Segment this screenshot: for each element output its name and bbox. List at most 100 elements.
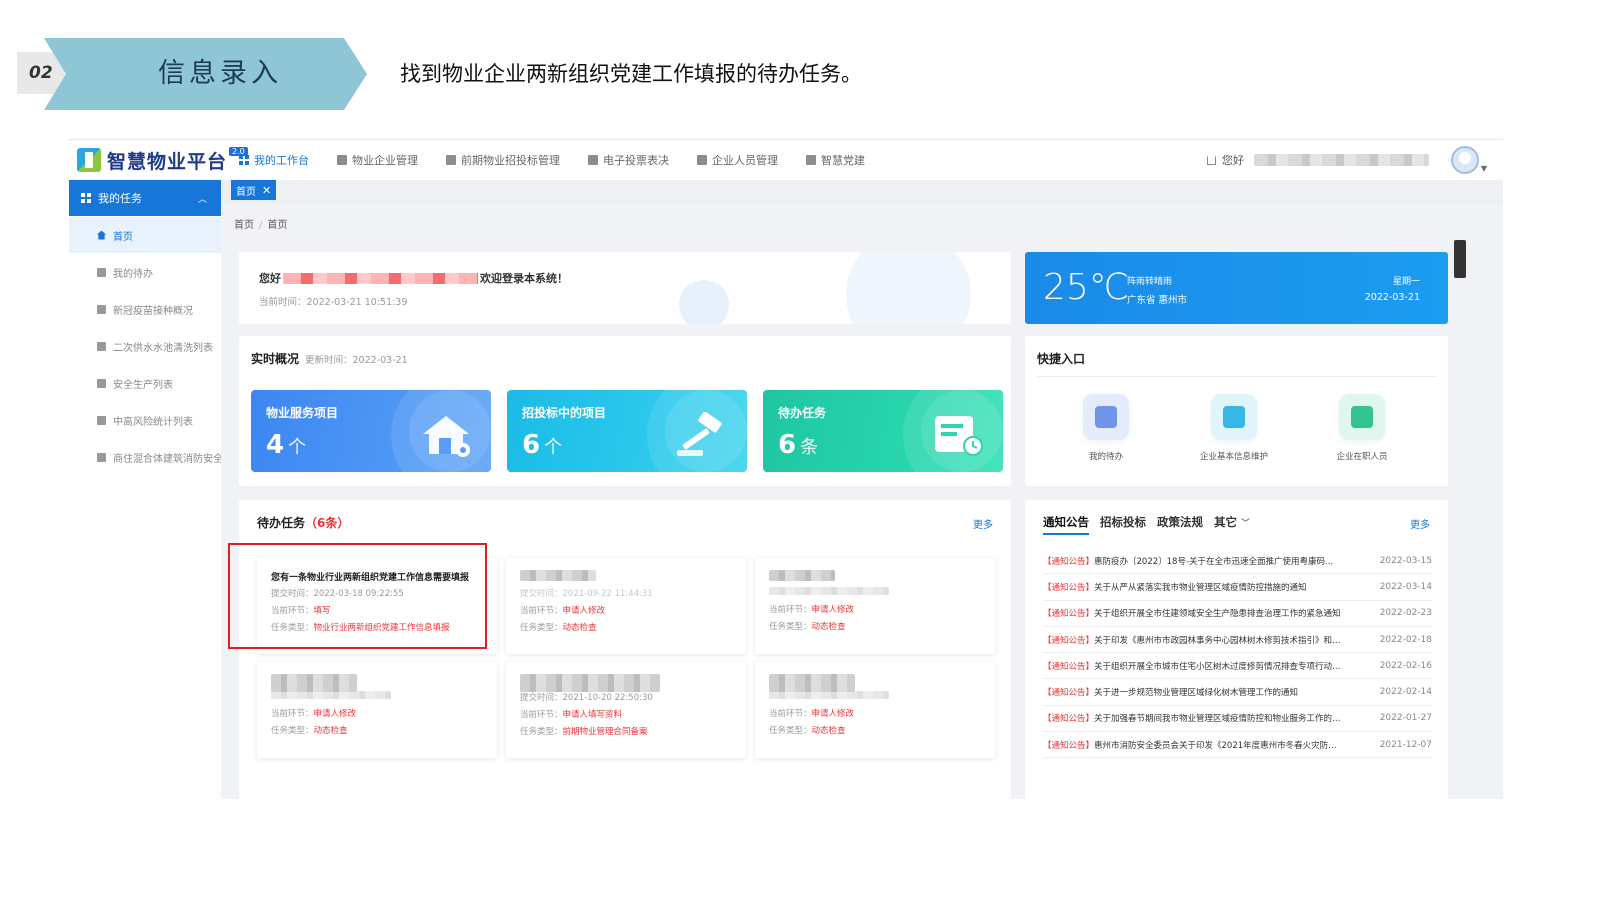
sidebar: 我的任务 ︿ 首页 我的待办 新冠疫苗接种概况 二次供水水池清洗列表 安全生产列…: [69, 180, 221, 799]
nav-bidding[interactable]: 前期物业招投标管理: [446, 152, 560, 168]
house-icon: [423, 416, 470, 457]
weather-date: 2022-03-21: [1364, 292, 1420, 303]
chevron-down-icon[interactable]: ▼: [1481, 164, 1487, 173]
breadcrumb-item[interactable]: 首页: [234, 220, 254, 231]
task-card[interactable]: 当前环节：申请人修改 任务类型：动态检查: [257, 662, 497, 758]
weekday: 星期一: [1392, 277, 1420, 287]
logo-icon: [77, 148, 101, 172]
gavel-icon: [677, 412, 722, 456]
instruction-text: 找到物业企业两新组织党建工作填报的待办任务。: [400, 62, 862, 86]
tab-notices[interactable]: 通知公告: [1043, 514, 1089, 535]
step-title: 信息录入: [158, 58, 282, 89]
chevron-up-icon: ︿: [197, 195, 207, 205]
todo-more-link[interactable]: 更多: [973, 516, 993, 531]
nav-voting[interactable]: 电子投票表决: [588, 152, 669, 168]
building-icon: [337, 155, 347, 165]
shortcut-my-todo[interactable]: 我的待办: [1051, 394, 1161, 462]
scrollbar-handle[interactable]: [1454, 240, 1466, 278]
tab-bidding[interactable]: 招标投标: [1100, 514, 1146, 535]
task-card[interactable]: 提交时间：2021-10-20 22:50:30 当前环节：申请人填写资料 任务…: [506, 662, 746, 758]
shortcut-company-info[interactable]: 企业基本信息维护: [1179, 394, 1289, 462]
grid-icon: [97, 267, 106, 277]
current-time: 当前时间：2022-03-21 10:51:39: [259, 297, 408, 308]
overview-title: 实时概况: [251, 352, 300, 366]
task-card[interactable]: 当前环节：申请人修改 任务类型：动态检查: [755, 662, 995, 758]
task-card[interactable]: 当前环节：申请人修改 任务类型：动态检查: [755, 558, 995, 654]
weather-condition: 阵雨转晴雨: [1127, 277, 1173, 287]
notice-row[interactable]: 【通知公告】关于从严从紧落实我市物业管理区域疫情防控措施的通知 2022-03-1…: [1043, 574, 1432, 601]
notices-card: 通知公告 招标投标 政策法规 其它 ﹀ 更多 【通知公告】惠防疫办〔2022〕1…: [1025, 500, 1448, 799]
edit-icon: [1339, 394, 1385, 440]
redacted-title: [520, 570, 596, 581]
shortcut-card: 快捷入口 我的待办 企业基本信息维护 企业在职人员: [1025, 336, 1448, 486]
overview-updated: 更新时间：2022-03-21: [305, 355, 408, 366]
stat-card-bidding-projects[interactable]: 招投标中的项目 6个: [507, 390, 747, 472]
user-area: 您好 ▼: [1206, 140, 1487, 180]
tag-bar: 首页 ✕: [221, 180, 1503, 204]
todo-title: 待办任务: [257, 516, 306, 530]
notices-more-link[interactable]: 更多: [1410, 516, 1430, 531]
nav-party-building[interactable]: 智慧党建: [806, 152, 865, 168]
edit-icon: [97, 341, 106, 351]
redacted-time: [271, 691, 391, 699]
top-nav: 我的工作台 物业企业管理 前期物业招投标管理 电子投票表决 企业人员管理 智慧党…: [239, 140, 893, 180]
sidebar-item-vaccination[interactable]: 新冠疫苗接种概况: [69, 291, 221, 327]
document-icon: [446, 155, 456, 165]
highlight-box: [228, 543, 487, 649]
sidebar-item-my-todo[interactable]: 我的待办: [69, 254, 221, 290]
stat-card-service-projects[interactable]: 物业服务项目 4个: [251, 390, 491, 472]
notice-row[interactable]: 【通知公告】关于加强春节期间我市物业管理区域疫情防控和物业服务工作的通知... 2…: [1043, 706, 1432, 733]
nav-workbench[interactable]: 我的工作台: [239, 152, 309, 168]
flag-icon: [806, 155, 816, 165]
notice-row[interactable]: 【通知公告】关于印发《惠州市市政园林事务中心园林树木修剪技术指引》和《惠... 2…: [1043, 627, 1432, 654]
shortcut-title: 快捷入口: [1037, 352, 1086, 366]
table-icon: [97, 415, 106, 425]
stat-card-todo-tasks[interactable]: 待办任务 6条: [763, 390, 1003, 472]
welcome-card: 您好 欢迎登录本系统！ 当前时间：2022-03-21 10:51:39: [239, 252, 1011, 324]
breadcrumb-item: 首页: [267, 220, 288, 231]
weather-city: 广东省 惠州市: [1127, 295, 1188, 306]
sidebar-item-water-tank[interactable]: 二次供水水池清洗列表: [69, 328, 221, 364]
person-icon: [697, 155, 707, 165]
close-icon[interactable]: ✕: [262, 184, 271, 197]
document-icon: [1083, 394, 1129, 440]
notice-row[interactable]: 【通知公告】惠防疫办〔2022〕18号-关于在全市迅速全面推广使用粤康码... 2…: [1043, 548, 1432, 575]
redacted-title: [271, 674, 357, 692]
greeting: 您好: [1221, 154, 1244, 167]
notice-row[interactable]: 【通知公告】关于进一步规范物业管理区域绿化树木管理工作的通知 2022-02-14: [1043, 679, 1432, 706]
task-icon: [935, 416, 983, 456]
app-window: 智慧物业平台 2.0 我的工作台 物业企业管理 前期物业招投标管理 电子投票表决: [69, 139, 1503, 799]
top-bar: 智慧物业平台 2.0 我的工作台 物业企业管理 前期物业招投标管理 电子投票表决: [69, 140, 1503, 180]
sidebar-item-home[interactable]: 首页: [69, 217, 221, 253]
sidebar-group-my-tasks[interactable]: 我的任务 ︿: [69, 180, 221, 216]
sidebar-item-risk-stats[interactable]: 中高风险统计列表: [69, 402, 221, 438]
redacted-username: [283, 272, 478, 284]
task-card[interactable]: 提交时间：2021-09-22 11:44:31 当前环节：申请人修改 任务类型…: [506, 558, 746, 654]
sidebar-item-fire-safety[interactable]: 商住混合体建筑消防安全: [69, 439, 221, 475]
avatar[interactable]: [1450, 146, 1479, 174]
tab-home[interactable]: 首页 ✕: [231, 180, 277, 200]
notice-row[interactable]: 【通知公告】关于组织开展全市住建领域安全生产隐患排查治理工作的紧急通知 2022-…: [1043, 601, 1432, 627]
notice-row[interactable]: 【通知公告】惠州市消防安全委员会关于印发《2021年度惠州市冬春火灾防控... 2…: [1043, 732, 1432, 759]
home-icon: [1206, 155, 1216, 165]
nav-property-company[interactable]: 物业企业管理: [337, 152, 418, 168]
redacted-title: [769, 674, 855, 692]
briefcase-icon: [97, 378, 106, 388]
notice-row[interactable]: 【通知公告】关于组织开展全市城市住宅小区树木过度修剪情况排查专项行动的通... 2…: [1043, 653, 1432, 680]
shortcut-staff[interactable]: 企业在职人员: [1307, 394, 1417, 462]
redacted-username: [1253, 154, 1429, 166]
notice-tabs: 通知公告 招标投标 政策法规 其它 ﹀: [1043, 514, 1261, 535]
grid-icon: [239, 155, 249, 165]
temperature: 25℃: [1043, 267, 1130, 308]
sidebar-item-safety[interactable]: 安全生产列表: [69, 365, 221, 401]
nav-staff[interactable]: 企业人员管理: [697, 152, 778, 168]
redacted-time: [769, 691, 889, 699]
weather-card: 25℃ 阵雨转晴雨 广东省 惠州市 星期一 2022-03-21: [1025, 252, 1448, 324]
chevron-down-icon: ﹀: [1241, 519, 1251, 529]
logo[interactable]: 智慧物业平台 2.0: [77, 146, 248, 174]
table-icon: [97, 452, 106, 462]
tab-policy[interactable]: 政策法规: [1157, 514, 1203, 535]
tab-other[interactable]: 其它 ﹀: [1214, 514, 1250, 535]
redacted-title: [769, 570, 835, 581]
breadcrumb: 首页 / 首页: [234, 220, 288, 231]
